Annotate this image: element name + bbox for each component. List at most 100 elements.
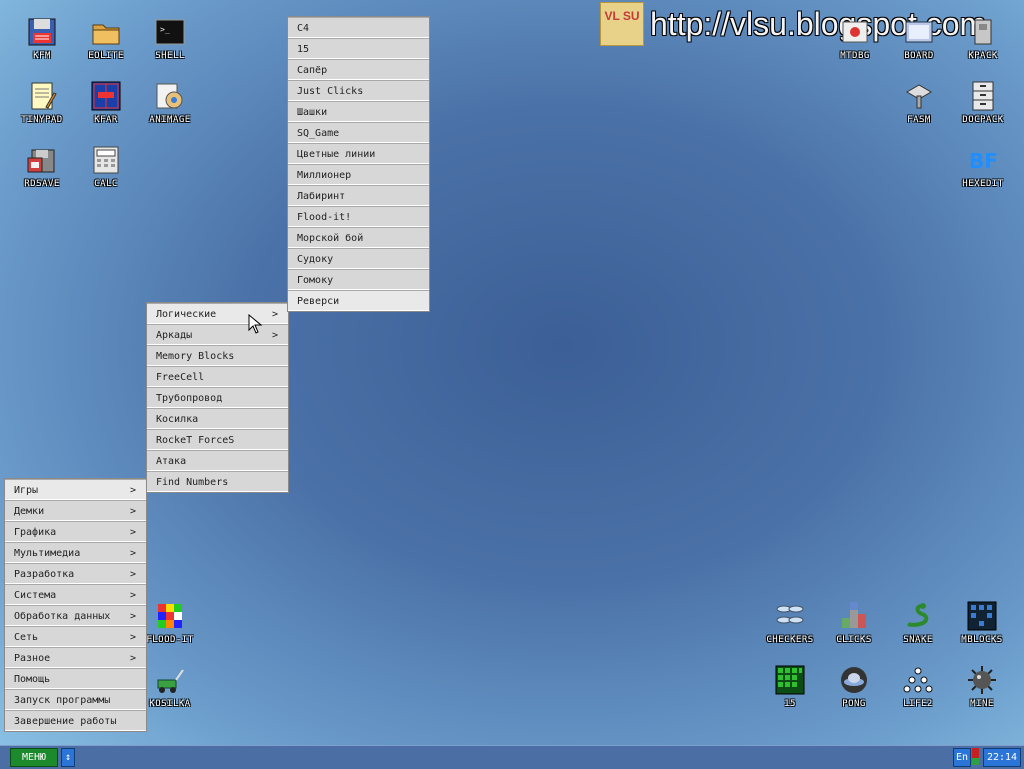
menu-item-label: Графика — [14, 527, 57, 538]
desktop-icon-flood-it[interactable]: FLOOD-IT — [138, 600, 202, 645]
menu-item-label: Логические — [156, 309, 217, 320]
desktop-icon-label: KFM — [33, 51, 51, 61]
desktop-icon-kfar[interactable]: KFAR — [74, 80, 138, 125]
menu-item-shutdown[interactable]: Завершение работы — [5, 710, 146, 731]
submenu-arrow-icon: > — [129, 590, 136, 601]
desktop-icon-mine[interactable]: MINE — [950, 664, 1014, 709]
logic-item-labyrinth[interactable]: Лабиринт — [288, 185, 429, 206]
desktop-icon-label: CALC — [94, 179, 118, 189]
menu-item-multimedia[interactable]: Мультимедиа > — [5, 542, 146, 563]
logic-item-just-clicks[interactable]: Just Clicks — [288, 80, 429, 101]
desktop-icon-rdsave[interactable]: RDSAVE — [10, 144, 74, 189]
menu-item-label: Разработка — [14, 569, 75, 580]
keyboard-layout-indicator[interactable]: En — [953, 748, 971, 767]
logic-item-reversi[interactable]: Реверси — [288, 290, 429, 311]
desktop-icon-label: KOSILKA — [149, 699, 191, 709]
menu-item-development[interactable]: Разработка > — [5, 563, 146, 584]
logic-item-minesweeper[interactable]: Сапёр — [288, 59, 429, 80]
taskbar-scroll-button[interactable]: ↕ — [61, 748, 75, 767]
notepad-icon — [31, 82, 57, 110]
menu-item-label: SQ_Game — [297, 128, 340, 139]
menu-item-label: C4 — [297, 23, 310, 34]
submenu-item-freecell[interactable]: FreeCell — [147, 366, 288, 387]
desktop-icon-kosilka[interactable]: KOSILKA — [138, 664, 202, 709]
desktop-icon-pong[interactable]: PONG — [822, 664, 886, 709]
menu-item-system[interactable]: Система > — [5, 584, 146, 605]
clock[interactable]: 22:14 — [983, 748, 1021, 767]
blocks-icon — [842, 602, 866, 628]
menu-item-label: Косилка — [156, 414, 199, 425]
desktop-icon-clicks[interactable]: CLICKS — [822, 600, 886, 645]
submenu-item-memory-blocks[interactable]: Memory Blocks — [147, 345, 288, 366]
submenu-arrow-icon: > — [129, 632, 136, 643]
menu-item-network[interactable]: Сеть > — [5, 626, 146, 647]
desktop-icon-board[interactable]: BOARD — [887, 16, 951, 61]
logic-item-c4[interactable]: C4 — [288, 17, 429, 38]
desktop-icon-mblocks[interactable]: MBLOCKS — [950, 600, 1014, 645]
cabinet-icon — [972, 81, 994, 111]
start-menu-button[interactable]: МЕНЮ — [10, 748, 58, 767]
menu-item-games[interactable]: Игры > — [5, 479, 146, 500]
archive-icon — [974, 19, 992, 45]
desktop-icon-eolite[interactable]: EOLITE — [74, 16, 138, 61]
desktop-icon-label: 15 — [784, 699, 796, 709]
menu-item-help[interactable]: Помощь — [5, 668, 146, 689]
desktop-icon-animage[interactable]: ANIMAGE — [138, 80, 202, 125]
desktop-icon-15[interactable]: 15 — [758, 664, 822, 709]
desktop-icon-life2[interactable]: LIFE2 — [886, 664, 950, 709]
logic-item-color-lines[interactable]: Цветные линии — [288, 143, 429, 164]
menu-item-label: Обработка данных — [14, 611, 111, 622]
desktop-icon-calc[interactable]: CALC — [74, 144, 138, 189]
menu-item-label: Find Numbers — [156, 477, 229, 488]
submenu-arrow-icon: > — [129, 485, 136, 496]
image-editor-icon — [156, 83, 183, 109]
desktop-icon-mtdbg[interactable]: MTDBG — [823, 16, 887, 61]
desktop-icon-checkers[interactable]: CHECKERS — [758, 600, 822, 645]
checkers-icon — [776, 605, 804, 624]
hex-editor-icon: BF — [969, 149, 998, 173]
logic-item-millionaire[interactable]: Миллионер — [288, 164, 429, 185]
desktop-icon-shell[interactable]: >_ SHELL — [138, 16, 202, 61]
desktop-icon-kpack[interactable]: KPACK — [951, 16, 1015, 61]
menu-item-label: Сапёр — [297, 65, 328, 76]
menu-item-label: Судоку — [297, 254, 334, 265]
menu-item-label: Лабиринт — [297, 191, 346, 202]
desktop-icon-label: ANIMAGE — [149, 115, 191, 125]
vlsu-logo: VL SU — [600, 2, 644, 46]
logic-item-flood-it[interactable]: Flood-it! — [288, 206, 429, 227]
menu-item-label: Завершение работы — [14, 716, 117, 727]
desktop-icon-kfm[interactable]: KFM — [10, 16, 74, 61]
menu-item-label: Just Clicks — [297, 86, 364, 97]
fifteen-puzzle-icon — [775, 665, 805, 695]
menu-item-misc[interactable]: Разное > — [5, 647, 146, 668]
folder-icon — [92, 24, 120, 45]
menu-item-label: Реверси — [297, 296, 340, 307]
submenu-item-kosilka[interactable]: Косилка — [147, 408, 288, 429]
desktop-icon-hexedit[interactable]: BF HEXEDIT — [951, 144, 1015, 189]
logic-item-sudoku[interactable]: Судоку — [288, 248, 429, 269]
menu-item-run-program[interactable]: Запуск программы — [5, 689, 146, 710]
desktop-icon-label: MINE — [970, 699, 994, 709]
submenu-item-rocket-forces[interactable]: RockeT ForceS — [147, 429, 288, 450]
submenu-item-attack[interactable]: Атака — [147, 450, 288, 471]
submenu-arrow-icon: > — [129, 506, 136, 517]
desktop-icon-fasm[interactable]: FASM — [887, 80, 951, 125]
desktop-icon-label: FASM — [907, 115, 931, 125]
mouse-cursor-icon — [248, 314, 262, 334]
desktop-icon-snake[interactable]: SNAKE — [886, 600, 950, 645]
menu-item-demos[interactable]: Демки > — [5, 500, 146, 521]
logic-item-gomoku[interactable]: Гомоку — [288, 269, 429, 290]
logic-item-sq-game[interactable]: SQ_Game — [288, 122, 429, 143]
menu-item-data-processing[interactable]: Обработка данных > — [5, 605, 146, 626]
menu-item-label: Гомоку — [297, 275, 334, 286]
logic-item-sea-battle[interactable]: Морской бой — [288, 227, 429, 248]
submenu-item-arcades[interactable]: Аркады > — [147, 324, 288, 345]
menu-item-graphics[interactable]: Графика > — [5, 521, 146, 542]
submenu-item-pipeline[interactable]: Трубопровод — [147, 387, 288, 408]
logic-item-15[interactable]: 15 — [288, 38, 429, 59]
desktop-icon-tinypad[interactable]: TINYPAD — [10, 80, 74, 125]
submenu-item-find-numbers[interactable]: Find Numbers — [147, 471, 288, 492]
logic-item-checkers[interactable]: Шашки — [288, 101, 429, 122]
submenu-item-logic[interactable]: Логические > — [147, 303, 288, 324]
desktop-icon-docpack[interactable]: DOCPACK — [951, 80, 1015, 125]
